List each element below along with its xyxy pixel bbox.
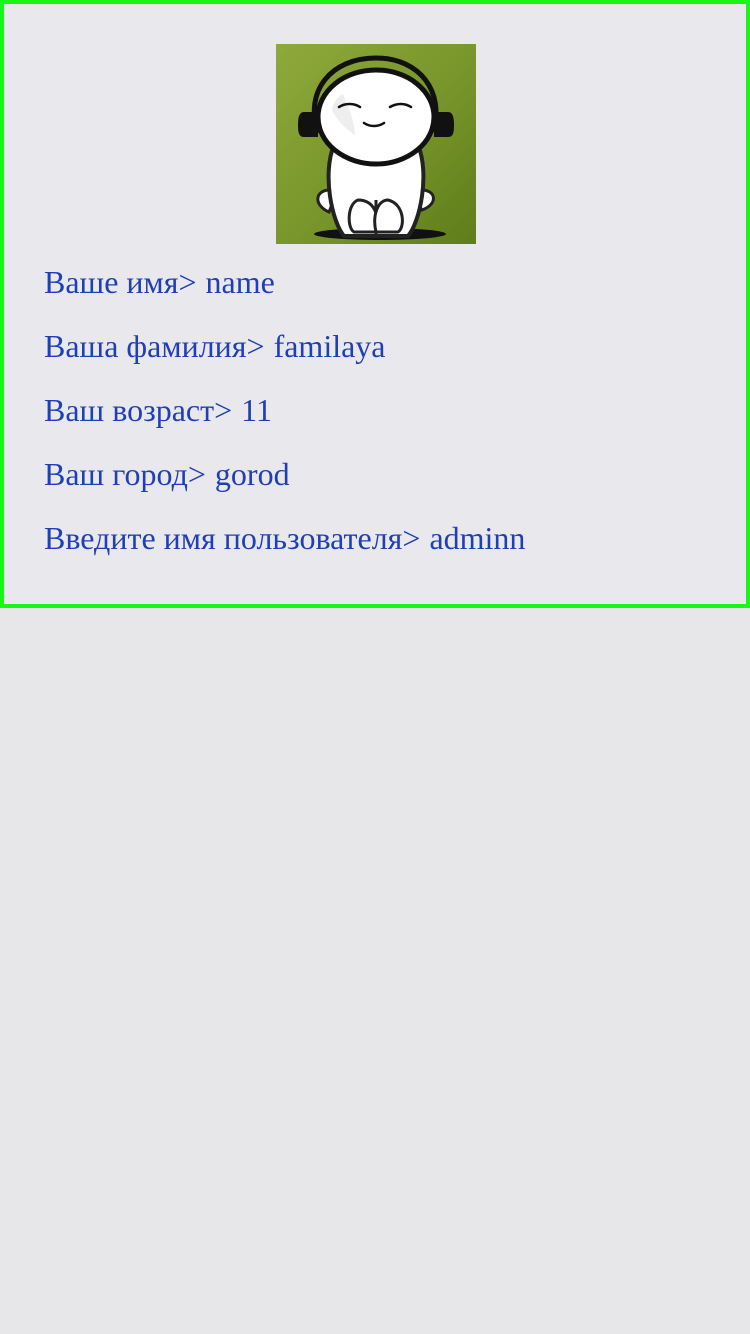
field-separator: > (178, 264, 197, 300)
profile-card: Ваше имя> name Ваша фамилия> familaya Ваш … (0, 0, 750, 608)
field-label: Ваше имя (44, 264, 179, 300)
field-label: Ваш возраст (44, 392, 215, 428)
field-label: Ваш город (44, 456, 188, 492)
field-age: Ваш возраст> 11 (44, 392, 525, 456)
field-label: Ваша фамилия (44, 328, 247, 364)
field-city: Ваш город> gorod (44, 456, 525, 520)
field-separator: > (187, 456, 206, 492)
field-separator: > (246, 328, 265, 364)
field-value: name (205, 264, 275, 300)
field-username: Введите имя пользователя> adminn (44, 520, 525, 584)
field-label: Введите имя пользователя (44, 520, 403, 556)
field-value: gorod (214, 456, 290, 492)
profile-field-list: Ваше имя> name Ваша фамилия> familaya Ваш … (44, 264, 525, 584)
field-separator: > (214, 392, 233, 428)
field-value: 11 (241, 392, 272, 428)
field-last-name: Ваша фамилия> familaya (44, 328, 525, 392)
field-value: familaya (273, 328, 386, 364)
field-separator: > (402, 520, 421, 556)
field-first-name: Ваше имя> name (44, 264, 525, 328)
avatar-image (276, 44, 476, 244)
avatar (276, 44, 476, 244)
field-value: adminn (429, 520, 526, 556)
